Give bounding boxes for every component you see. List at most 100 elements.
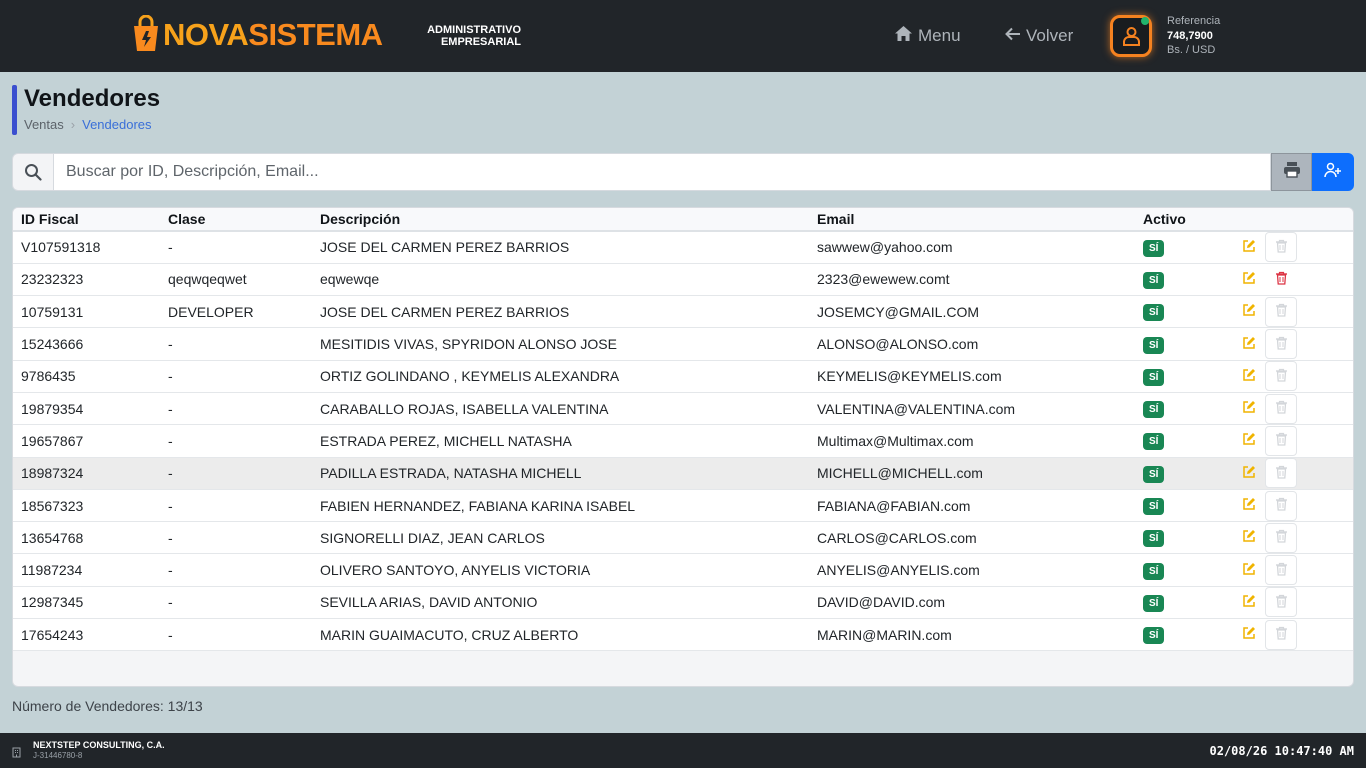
cell-email: VALENTINA@VALENTINA.com (817, 400, 1016, 417)
table-row[interactable]: V107591318 - JOSE DEL CARMEN PEREZ BARRIOS… (13, 231, 1353, 264)
delete-button-disabled (1265, 619, 1297, 650)
trash-icon (1275, 497, 1288, 514)
cell-clase: - (168, 432, 173, 449)
cell-email: 2323@ewewew.comt (817, 271, 950, 288)
delete-button-disabled (1265, 522, 1297, 553)
cell-clase: - (168, 594, 173, 611)
back-button[interactable]: Volver (1005, 24, 1073, 48)
edit-button[interactable] (1233, 587, 1265, 617)
company-rif: J-31446780-8 (33, 751, 83, 760)
edit-button[interactable] (1233, 620, 1265, 650)
trash-icon (1275, 368, 1288, 385)
cell-actions (1225, 263, 1353, 295)
cell-email: MARIN@MARIN.com (817, 626, 952, 643)
table-row[interactable]: 12987345 - SEVILLA ARIAS, DAVID ANTONIO DAV… (13, 586, 1353, 619)
cell-email: DAVID@DAVID.com (817, 594, 946, 611)
cell-descripcion: SEVILLA ARIAS, DAVID ANTONIO (320, 594, 538, 611)
cell-clase: - (168, 400, 173, 417)
cell-actions (1225, 231, 1353, 263)
user-icon (1122, 26, 1141, 51)
pencil-square-icon (1242, 465, 1256, 482)
pencil-square-icon (1242, 497, 1256, 514)
footer-bar (0, 733, 1366, 768)
printer-icon (1283, 161, 1301, 183)
table-row[interactable]: 17654243 - MARIN GUAIMACUTO, CRUZ ALBERTO M… (13, 618, 1353, 651)
table-row[interactable]: 18567323 - FABIEN HERNANDEZ, FABIANA KARIN… (13, 489, 1353, 522)
column-header-activo[interactable]: Activo (1135, 208, 1225, 231)
column-header-descripcion[interactable]: Descripción (312, 208, 809, 231)
delete-button[interactable] (1265, 264, 1297, 294)
status-badge: SÍ (1143, 530, 1165, 548)
cell-id-fiscal: 18567323 (21, 497, 84, 514)
cell-actions (1225, 489, 1353, 521)
table-row[interactable]: 15243666 - MESITIDIS VIVAS, SPYRIDON ALONS… (13, 327, 1353, 361)
edit-button[interactable] (1233, 297, 1265, 327)
edit-button[interactable] (1233, 394, 1265, 424)
edit-button[interactable] (1233, 361, 1265, 391)
table-row[interactable]: 23232323 qeqwqeqwet eqwewqe 2323@ewewew.com… (13, 263, 1353, 296)
pencil-square-icon (1242, 562, 1256, 579)
building-icon (12, 745, 21, 763)
edit-button[interactable] (1233, 264, 1265, 294)
cell-id-fiscal: 23232323 (21, 271, 84, 288)
trash-icon (1275, 594, 1288, 611)
delete-button-disabled (1265, 587, 1297, 618)
edit-button[interactable] (1233, 458, 1265, 488)
cell-actions (1225, 586, 1353, 618)
print-button[interactable] (1271, 153, 1312, 191)
column-header-email[interactable]: Email (809, 208, 1135, 231)
column-header-clase[interactable]: Clase (160, 208, 312, 231)
cell-actions (1225, 328, 1353, 360)
table-row[interactable]: 19657867 - ESTRADA PEREZ, MICHELL NATASHA M… (13, 424, 1353, 458)
cell-id-fiscal: 13654768 (21, 529, 84, 546)
edit-button[interactable] (1233, 329, 1265, 359)
cell-descripcion: MESITIDIS VIVAS, SPYRIDON ALONSO JOSE (320, 336, 617, 353)
edit-button[interactable] (1233, 232, 1265, 262)
table-row[interactable]: 18987324 - PADILLA ESTRADA, NATASHA MICHEL… (13, 457, 1353, 490)
cell-id-fiscal: 18987324 (21, 465, 84, 482)
delete-button-disabled (1265, 296, 1297, 327)
cell-id-fiscal: 11987234 (21, 562, 83, 579)
cell-clase: - (168, 529, 173, 546)
cell-activo: SÍ (1135, 263, 1225, 295)
back-label: Volver (1026, 26, 1074, 45)
table-row[interactable]: 19879354 - CARABALLO ROJAS, ISABELLA VALEN… (13, 392, 1353, 425)
column-header-id-fiscal[interactable]: ID Fiscal (13, 208, 160, 231)
edit-button[interactable] (1233, 426, 1265, 456)
edit-button[interactable] (1233, 523, 1265, 553)
company-name: NEXTSTEP CONSULTING, C.A. (33, 740, 165, 750)
cell-id-fiscal: 19879354 (21, 400, 84, 417)
table-row[interactable]: 10759131 DEVELOPER JOSE DEL CARMEN PEREZ B… (13, 295, 1353, 328)
edit-button[interactable] (1233, 555, 1265, 585)
trash-icon (1275, 432, 1288, 449)
cell-actions (1225, 522, 1353, 554)
cell-activo: SÍ (1135, 489, 1225, 521)
cell-actions (1225, 457, 1353, 489)
cell-clase: - (168, 497, 173, 514)
reference-currency: Bs. / USD (1167, 44, 1216, 56)
add-seller-button[interactable] (1312, 153, 1354, 191)
pencil-square-icon (1242, 336, 1256, 353)
home-icon (894, 25, 913, 47)
search-input[interactable] (54, 153, 1271, 191)
edit-button[interactable] (1233, 491, 1265, 521)
pencil-square-icon (1242, 400, 1256, 417)
status-badge: SÍ (1143, 239, 1165, 257)
table-row[interactable]: 9786435 - ORTIZ GOLINDANO , KEYMELIS ALEXA… (13, 360, 1353, 393)
cell-email: KEYMELIS@KEYMELIS.com (817, 368, 1002, 385)
clock: 02/08/26 10:47:40 AM (1209, 744, 1355, 758)
table-row[interactable]: 11987234 - OLIVERO SANTOYO, ANYELIS VICTOR… (13, 553, 1353, 587)
search-bar (12, 153, 1354, 191)
pencil-square-icon (1242, 303, 1256, 320)
cell-clase: - (168, 336, 173, 353)
cell-id-fiscal: 12987345 (21, 594, 84, 611)
breadcrumb-item-ventas[interactable]: Ventas (24, 117, 64, 133)
add-user-icon (1324, 162, 1342, 183)
cell-activo: SÍ (1135, 296, 1225, 328)
brand-subtitle: ADMINISTRATIVO EMPRESARIAL (416, 24, 521, 48)
menu-button[interactable]: Menu (894, 24, 961, 48)
table-row[interactable]: 13654768 - SIGNORELLI DIAZ, JEAN CARLOS CAR… (13, 521, 1353, 554)
pencil-square-icon (1242, 368, 1256, 385)
trash-icon (1275, 626, 1288, 643)
cell-actions (1225, 296, 1353, 328)
